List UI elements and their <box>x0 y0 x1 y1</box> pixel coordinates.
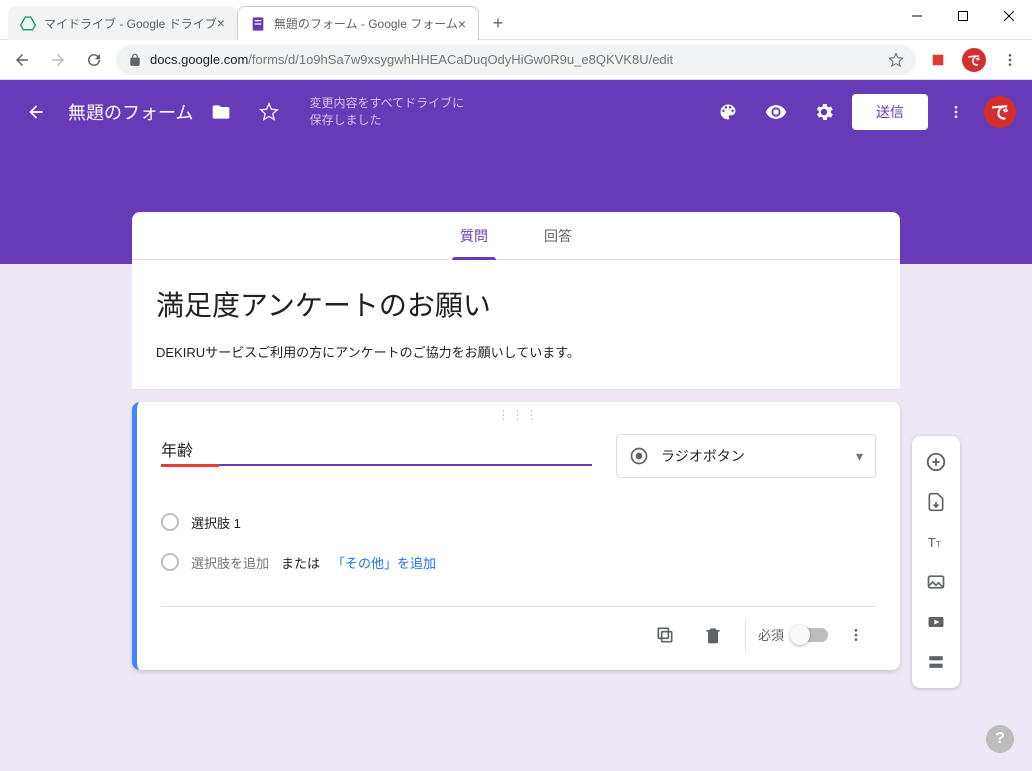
theme-button[interactable] <box>708 92 748 132</box>
account-badge[interactable]: で <box>984 96 1016 128</box>
more-button[interactable] <box>936 92 976 132</box>
close-window-button[interactable] <box>986 0 1032 32</box>
url-path: /forms/d/1o9hSa7w9xsygwhHHEACaDuqOdyHiGw… <box>248 52 673 67</box>
question-card[interactable]: ⋮⋮⋮ ラジオボタン ▾ 選択肢 1 選 <box>132 402 900 670</box>
send-button[interactable]: 送信 <box>852 94 928 130</box>
divider <box>745 619 746 651</box>
forms-toolbar: 無題のフォーム 変更内容をすべてドライブに 保存しました 送信 で <box>0 80 1032 144</box>
radio-circle-icon <box>161 553 179 571</box>
star-button[interactable] <box>249 92 289 132</box>
add-title-button[interactable]: TT <box>912 522 960 562</box>
question-title-input[interactable] <box>161 434 592 466</box>
add-question-button[interactable] <box>912 442 960 482</box>
browser-tab-forms[interactable]: 無題のフォーム - Google フォーム × <box>237 6 479 40</box>
svg-text:T: T <box>936 539 941 549</box>
browser-tab-drive[interactable]: マイドライブ - Google ドライブ × <box>8 6 237 40</box>
svg-text:T: T <box>928 535 936 550</box>
question-more-button[interactable] <box>836 615 876 655</box>
form-description[interactable]: DEKIRUサービスご利用の方にアンケートのご協力をお願いしています。 <box>156 342 876 361</box>
new-tab-button[interactable]: + <box>483 8 513 38</box>
required-toggle[interactable] <box>792 628 828 642</box>
tab-questions[interactable]: 質問 <box>452 212 496 260</box>
add-other-link[interactable]: 「その他」を追加 <box>332 553 436 572</box>
side-toolbar: TT <box>912 436 960 688</box>
folder-button[interactable] <box>201 92 241 132</box>
radio-icon <box>629 446 649 466</box>
annotation-underline <box>161 464 219 467</box>
back-button[interactable] <box>8 46 36 74</box>
form-canvas: 質問 回答 満足度アンケートのお願い DEKIRUサービスご利用の方にアンケート… <box>0 264 1032 771</box>
form-tabs: 質問 回答 <box>132 212 900 260</box>
drive-icon <box>20 15 36 31</box>
tab-responses[interactable]: 回答 <box>536 212 580 260</box>
duplicate-button[interactable] <box>645 615 685 655</box>
bookmark-star-icon[interactable] <box>888 52 904 68</box>
question-footer: 必須 <box>161 606 876 662</box>
url-domain: docs.google.com <box>150 52 248 67</box>
browser-titlebar: マイドライブ - Google ドライブ × 無題のフォーム - Google … <box>0 0 1032 40</box>
tab-title: マイドライブ - Google ドライブ <box>44 15 217 32</box>
close-icon[interactable]: × <box>458 16 466 32</box>
add-image-button[interactable] <box>912 562 960 602</box>
lock-icon <box>128 53 142 67</box>
profile-icon[interactable]: で <box>960 46 988 74</box>
address-bar[interactable]: docs.google.com/forms/d/1o9hSa7w9xsygwhH… <box>116 45 916 75</box>
form-container: 質問 回答 満足度アンケートのお願い DEKIRUサービスご利用の方にアンケート… <box>132 212 900 670</box>
reload-button[interactable] <box>80 46 108 74</box>
add-video-button[interactable] <box>912 602 960 642</box>
save-status: 変更内容をすべてドライブに 保存しました <box>309 95 464 129</box>
question-type-dropdown[interactable]: ラジオボタン ▾ <box>616 434 876 478</box>
option-row[interactable]: 選択肢 1 <box>161 502 876 542</box>
question-options: 選択肢 1 選択肢を追加 または 「その他」を追加 <box>161 502 876 582</box>
add-option-text[interactable]: 選択肢を追加 <box>191 553 269 572</box>
tab-title: 無題のフォーム - Google フォーム <box>274 15 458 32</box>
radio-circle-icon <box>161 513 179 531</box>
chevron-down-icon: ▾ <box>856 448 863 465</box>
maximize-button[interactable] <box>940 0 986 32</box>
preview-button[interactable] <box>756 92 796 132</box>
forward-button[interactable] <box>44 46 72 74</box>
browser-tabs: マイドライブ - Google ドライブ × 無題のフォーム - Google … <box>0 0 894 40</box>
forms-icon <box>250 16 266 32</box>
or-text: または <box>281 553 320 572</box>
minimize-button[interactable] <box>894 0 940 32</box>
extension-icon[interactable] <box>924 46 952 74</box>
question-type-label: ラジオボタン <box>661 446 745 466</box>
browser-menu-button[interactable] <box>996 46 1024 74</box>
form-title-card[interactable]: 満足度アンケートのお願い DEKIRUサービスご利用の方にアンケートのご協力をお… <box>132 260 900 390</box>
add-option-row[interactable]: 選択肢を追加 または 「その他」を追加 <box>161 542 876 582</box>
option-label[interactable]: 選択肢 1 <box>191 513 241 532</box>
back-to-forms-button[interactable] <box>16 92 56 132</box>
import-questions-button[interactable] <box>912 482 960 522</box>
help-button[interactable]: ? <box>986 725 1014 753</box>
required-label: 必須 <box>758 625 784 644</box>
window-controls <box>894 0 1032 32</box>
delete-button[interactable] <box>693 615 733 655</box>
close-icon[interactable]: × <box>217 15 225 31</box>
form-heading[interactable]: 満足度アンケートのお願い <box>156 284 876 324</box>
settings-button[interactable] <box>804 92 844 132</box>
browser-urlbar: docs.google.com/forms/d/1o9hSa7w9xsygwhH… <box>0 40 1032 80</box>
form-title[interactable]: 無題のフォーム <box>68 99 193 125</box>
drag-handle-icon[interactable]: ⋮⋮⋮ <box>498 408 540 422</box>
add-section-button[interactable] <box>912 642 960 682</box>
